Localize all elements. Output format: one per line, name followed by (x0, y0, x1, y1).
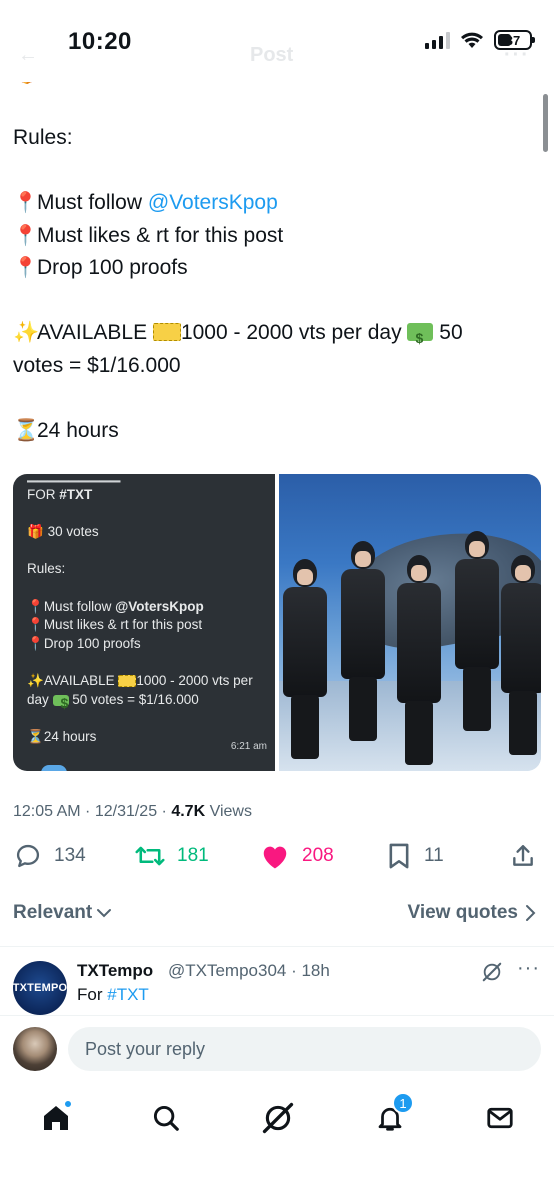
grok-icon (262, 1102, 294, 1134)
photo-member (501, 555, 541, 755)
reaction-bubble (41, 765, 67, 771)
post-line-votes: votes = $1/16.000 (13, 353, 181, 377)
reply-text: For #TXT (77, 985, 149, 1004)
signal-icon (425, 31, 450, 49)
money-icon (52, 694, 69, 712)
post-line-rules: Rules: (13, 126, 73, 149)
photo-member (397, 555, 441, 765)
chevron-right-icon (526, 905, 536, 921)
repost-count: 181 (177, 845, 209, 866)
wifi-icon (461, 32, 483, 48)
photo-member (283, 559, 327, 759)
relevant-sort-button[interactable]: Relevant (13, 902, 112, 924)
reply-icon (16, 844, 40, 868)
replies-sort-bar: Relevant View quotes (0, 900, 554, 930)
views-count: 4.7K (171, 803, 206, 820)
bookmark-icon (389, 843, 409, 869)
grok-icon (482, 962, 502, 982)
like-button[interactable]: 208 (260, 842, 334, 870)
hourglass-icon: ⏳ (13, 418, 40, 442)
view-quotes-button[interactable]: View quotes (407, 902, 536, 924)
nav-search[interactable] (146, 1098, 186, 1138)
battery-icon: 37 (494, 30, 535, 50)
header-title: Post (250, 44, 294, 66)
pin-icon: 📍 (13, 224, 38, 247)
media-group-photo[interactable] (279, 474, 541, 771)
post-timestamp: 12:05 AM · 12/31/25 · (13, 803, 172, 820)
post-line-blank (13, 285, 543, 318)
reply-button[interactable]: 134 (14, 842, 86, 870)
reply-count: 134 (54, 845, 86, 866)
bottom-nav: 1 (0, 1090, 554, 1150)
status-time: 10:20 (68, 28, 132, 55)
post-meta: 12:05 AM · 12/31/25 · 4.7K Views (13, 803, 252, 821)
search-icon (153, 1105, 179, 1131)
post-text: Rules: 📍Must follow @VotersKpop 📍Must li… (13, 122, 543, 447)
bookmark-button[interactable]: 11 (386, 842, 444, 870)
pin-icon: 📍 (13, 257, 38, 279)
hashtag-link[interactable]: #TXT (107, 985, 149, 1004)
battery-level: 37 (505, 32, 521, 48)
post-line-hours: ⏳24 hours (13, 415, 543, 448)
status-bar: ← Post ··· 10:20 37 (0, 0, 554, 82)
reply-author-name[interactable]: TXTempo (77, 961, 153, 981)
reply-composer (0, 1023, 554, 1079)
heart-icon (263, 846, 287, 869)
gift-icon: 🎁 (27, 524, 44, 540)
divider (0, 946, 554, 947)
screenshot-time: 6:21 am (230, 741, 267, 753)
hourglass-icon: ⏳ (27, 728, 44, 744)
home-unread-dot (64, 1100, 72, 1108)
nav-messages[interactable] (480, 1098, 520, 1138)
sparkles-icon: ✨ (27, 672, 44, 688)
reply-input[interactable] (68, 1027, 541, 1071)
pin-icon: 📍 (27, 617, 44, 633)
post-line-likes: 📍Must likes & rt for this post (13, 220, 543, 253)
bookmark-count: 11 (424, 845, 444, 866)
post-media[interactable]: ▔▔▔▔▔▔▔▔▔ FOR #TXT 🎁 30 votes Rules: 📍Mu… (13, 474, 541, 771)
divider (0, 1015, 554, 1016)
post-line-blank (13, 382, 543, 415)
pin-icon: 📍 (27, 598, 44, 614)
notifications-badge: 1 (392, 1092, 414, 1114)
pin-icon: 📍 (27, 635, 44, 651)
grok-button[interactable] (481, 961, 503, 988)
like-count: 208 (302, 845, 334, 866)
post-line-drop: 📍Drop 100 proofs (13, 252, 543, 285)
chevron-down-icon (97, 909, 112, 918)
photo-member (455, 531, 499, 731)
photo-member (341, 541, 385, 741)
pin-icon: 📍 (13, 192, 38, 214)
nav-home[interactable] (36, 1098, 76, 1138)
post-line-follow: 📍Must follow @VotersKpop (13, 187, 543, 220)
reply-item[interactable]: TXTEMPO TXTempo @TXTempo304 · 18h For #T… (0, 955, 554, 1015)
ticket-icon (118, 674, 137, 687)
repost-button[interactable]: 181 (135, 842, 209, 870)
status-indicators: 37 (425, 30, 535, 50)
mail-icon (487, 1107, 513, 1129)
reply-author-handle: @TXTempo304 · 18h (168, 961, 330, 980)
views-label: Views (205, 803, 252, 820)
back-button[interactable]: ← (18, 44, 38, 67)
media-screenshot[interactable]: ▔▔▔▔▔▔▔▔▔ FOR #TXT 🎁 30 votes Rules: 📍Mu… (13, 474, 275, 771)
nav-notifications[interactable]: 1 (370, 1092, 414, 1138)
nav-grok[interactable] (258, 1098, 298, 1138)
repost-icon (135, 846, 165, 866)
avatar[interactable]: TXTEMPO (13, 961, 67, 1015)
post-line-available: ✨AVAILABLE 1000 - 2000 vts per day 50 (13, 317, 543, 355)
ticket-icon (152, 323, 181, 341)
post-actions: 134 181 208 11 (0, 842, 554, 878)
post-line-blank (13, 155, 543, 188)
scrollbar[interactable] (543, 94, 548, 152)
sparkles-icon: ✨ (13, 321, 40, 344)
avatar[interactable] (13, 1027, 57, 1071)
money-icon (407, 322, 434, 355)
reply-more-button[interactable]: ··· (517, 957, 540, 980)
mention-link[interactable]: @VotersKpop (148, 191, 278, 214)
share-icon (513, 845, 533, 866)
share-button[interactable] (510, 842, 536, 870)
